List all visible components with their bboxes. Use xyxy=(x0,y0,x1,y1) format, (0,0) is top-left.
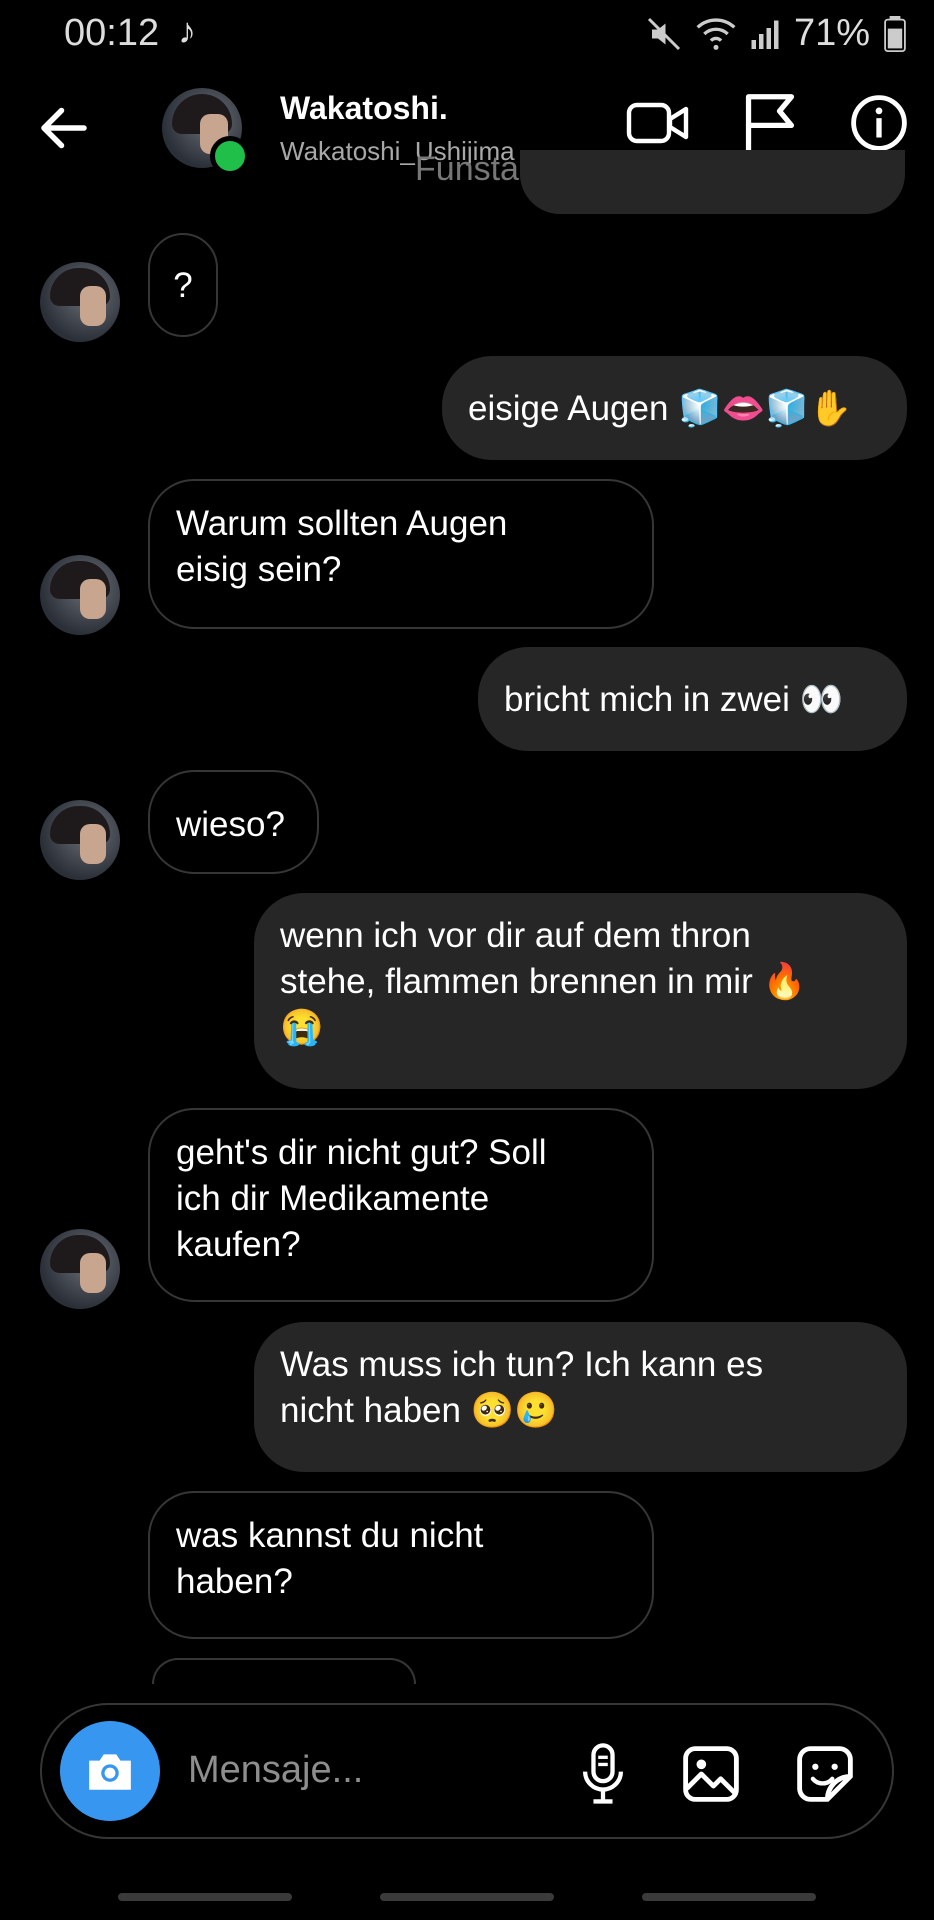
info-icon[interactable] xyxy=(850,94,908,152)
message-incoming[interactable]: Warum sollten Augen eisig sein? xyxy=(148,479,654,629)
nav-recents-button[interactable] xyxy=(118,1893,292,1901)
microphone-icon[interactable] xyxy=(580,1743,626,1805)
sender-avatar[interactable] xyxy=(40,1229,120,1309)
message-input[interactable]: Mensaje... xyxy=(188,1749,363,1792)
message-composer: Mensaje... xyxy=(40,1703,894,1839)
contact-name[interactable]: Wakatoshi. xyxy=(280,90,448,127)
message-outgoing[interactable]: Was muss ich tun? Ich kann es nicht haben… xyxy=(254,1322,907,1472)
sender-avatar[interactable] xyxy=(40,262,120,342)
status-time: 00:12 xyxy=(64,12,160,54)
sender-avatar[interactable] xyxy=(40,555,120,635)
video-call-icon[interactable] xyxy=(626,95,690,151)
gallery-icon[interactable] xyxy=(682,1745,740,1803)
message-incoming[interactable]: geht's dir nicht gut? Soll ich dir Medika… xyxy=(148,1108,654,1302)
camera-icon xyxy=(89,1754,131,1790)
battery-icon xyxy=(884,15,906,52)
back-arrow-icon[interactable] xyxy=(34,98,94,158)
message-incoming[interactable]: ? xyxy=(148,233,218,337)
flag-icon[interactable] xyxy=(740,92,800,154)
sender-avatar[interactable] xyxy=(40,800,120,880)
message-outgoing[interactable]: wenn ich vor dir auf dem thron stehe, fla… xyxy=(254,893,907,1089)
camera-button[interactable] xyxy=(60,1721,160,1821)
message-incoming[interactable]: wieso? xyxy=(148,770,319,874)
signal-icon xyxy=(751,20,779,49)
music-note-icon: ♪ xyxy=(178,10,196,51)
message-outgoing[interactable]: eisige Augen 🧊👄🧊✋ xyxy=(442,356,907,460)
nav-back-button[interactable] xyxy=(642,1893,816,1901)
message-incoming[interactable]: was kannst du nicht haben? xyxy=(148,1491,654,1639)
sticker-icon[interactable] xyxy=(796,1745,854,1803)
mute-icon xyxy=(647,17,680,50)
status-bar: 00:12 ♪ 71% xyxy=(0,0,934,64)
wifi-icon xyxy=(696,17,736,50)
battery-percent: 71% xyxy=(793,12,870,54)
chat-overlay-label: Funsta xyxy=(415,150,519,188)
message-outgoing[interactable]: bricht mich in zwei 👀 xyxy=(478,647,907,751)
nav-home-button[interactable] xyxy=(380,1893,554,1901)
message-bubble-partial xyxy=(152,1658,416,1684)
